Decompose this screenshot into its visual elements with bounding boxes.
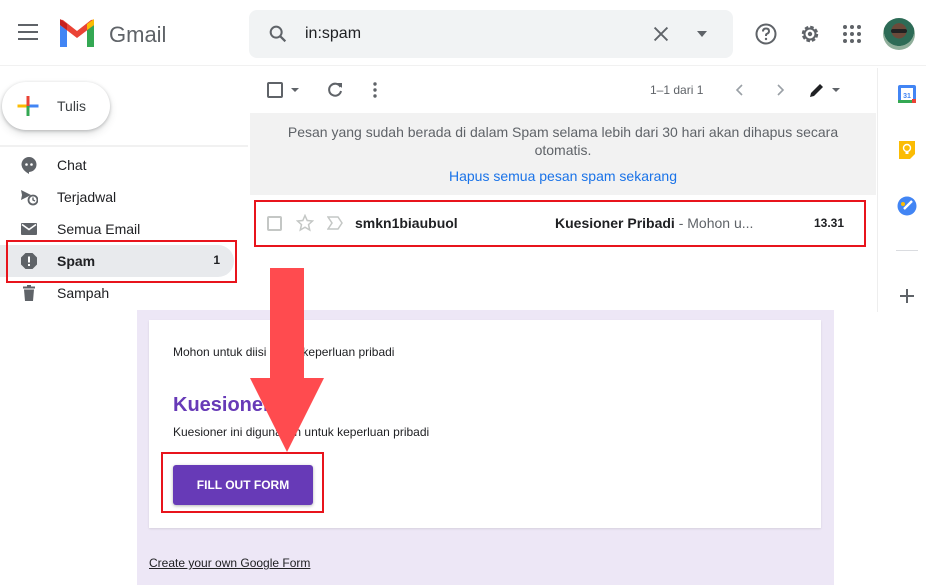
search-input[interactable] <box>305 23 645 45</box>
spam-count: 1 <box>213 253 220 267</box>
side-panel: 31 <box>877 68 926 312</box>
input-tools-pencil-icon[interactable] <box>808 81 826 99</box>
menu-icon[interactable] <box>18 24 38 40</box>
spam-notice: Pesan yang sudah berada di dalam Spam se… <box>250 113 876 195</box>
search-bar[interactable] <box>249 10 733 58</box>
avatar[interactable] <box>883 18 915 50</box>
email-subject: Kuesioner Pribadi - Mohon u... <box>555 215 753 231</box>
spam-icon <box>21 253 37 269</box>
sidebar-item-spam[interactable]: Spam 1 <box>0 245 234 277</box>
apps-icon[interactable] <box>840 22 864 46</box>
select-options-caret-icon[interactable] <box>291 88 299 92</box>
search-options-icon[interactable] <box>696 30 708 38</box>
trash-icon <box>23 285 35 301</box>
tasks-icon[interactable] <box>897 196 917 216</box>
previous-page-icon[interactable] <box>731 81 749 99</box>
input-tools-caret-icon[interactable] <box>832 88 840 92</box>
refresh-icon[interactable] <box>325 80 345 100</box>
sidebar-item-label: Semua Email <box>57 221 141 237</box>
calendar-icon[interactable]: 31 <box>897 84 917 104</box>
create-google-form-link[interactable]: Create your own Google Form <box>149 556 310 570</box>
email-sender: smkn1biaubuol <box>355 215 458 231</box>
email-row[interactable]: smkn1biaubuol Kuesioner Pribadi - Mohon … <box>250 202 876 244</box>
help-icon[interactable] <box>754 22 778 46</box>
form-intro-text: Mohon untuk diisi untuk keperluan pribad… <box>173 345 395 359</box>
important-marker-icon[interactable] <box>327 216 343 230</box>
side-panel-divider <box>896 250 918 251</box>
compose-label: Tulis <box>57 98 87 114</box>
form-description: Kuesioner ini digunakan untuk keperluan … <box>173 425 430 439</box>
settings-icon[interactable] <box>798 22 822 46</box>
sidebar-item-label: Terjadwal <box>57 189 117 205</box>
gmail-logo-icon[interactable] <box>58 19 96 48</box>
more-options-icon[interactable] <box>365 80 385 100</box>
plus-icon <box>17 96 39 116</box>
email-snippet: - Mohon u... <box>674 215 754 231</box>
chat-icon <box>21 156 37 174</box>
star-icon[interactable] <box>296 214 314 232</box>
form-card: Mohon untuk diisi untuk keperluan pribad… <box>149 320 821 528</box>
row-checkbox[interactable] <box>267 216 282 231</box>
keep-icon[interactable] <box>897 140 917 160</box>
gmail-window: Gmail Tulis Chat Terjadwal Semua Email <box>0 0 926 585</box>
sidebar-item-label: Spam <box>57 253 96 269</box>
add-addon-icon[interactable] <box>897 286 917 306</box>
sidebar-item-trash[interactable]: Sampah <box>0 277 234 309</box>
app-name: Gmail <box>109 22 167 47</box>
scheduled-icon <box>21 190 38 206</box>
sidebar-item-label: Sampah <box>57 285 110 301</box>
sidebar-item-label: Chat <box>57 157 87 173</box>
email-time: 13.31 <box>814 216 845 230</box>
fill-out-form-button[interactable]: FILL OUT FORM <box>173 465 313 505</box>
all-mail-icon <box>21 223 37 235</box>
sidebar-item-chat[interactable]: Chat <box>0 149 234 181</box>
email-subject-text: Kuesioner Pribadi <box>555 215 675 231</box>
search-icon[interactable] <box>267 23 289 45</box>
sidebar-item-all-mail[interactable]: Semua Email <box>0 213 234 245</box>
top-bar: Gmail <box>0 0 926 66</box>
next-page-icon[interactable] <box>771 81 789 99</box>
pagination-info: 1–1 dari 1 <box>650 83 704 97</box>
spam-notice-text: Pesan yang sudah berada di dalam Spam se… <box>287 124 839 158</box>
mail-toolbar: 1–1 dari 1 <box>250 68 876 112</box>
sidebar-divider <box>0 145 248 147</box>
form-title: Kuesioner <box>173 394 271 416</box>
sidebar-item-scheduled[interactable]: Terjadwal <box>0 181 234 213</box>
clear-search-icon[interactable] <box>650 23 672 45</box>
form-preview: Mohon untuk diisi untuk keperluan pribad… <box>137 310 834 585</box>
svg-text:31: 31 <box>903 93 911 100</box>
delete-all-spam-link[interactable]: Hapus semua pesan spam sekarang <box>250 168 876 184</box>
compose-button[interactable]: Tulis <box>2 82 110 130</box>
select-all-checkbox[interactable] <box>267 82 283 98</box>
